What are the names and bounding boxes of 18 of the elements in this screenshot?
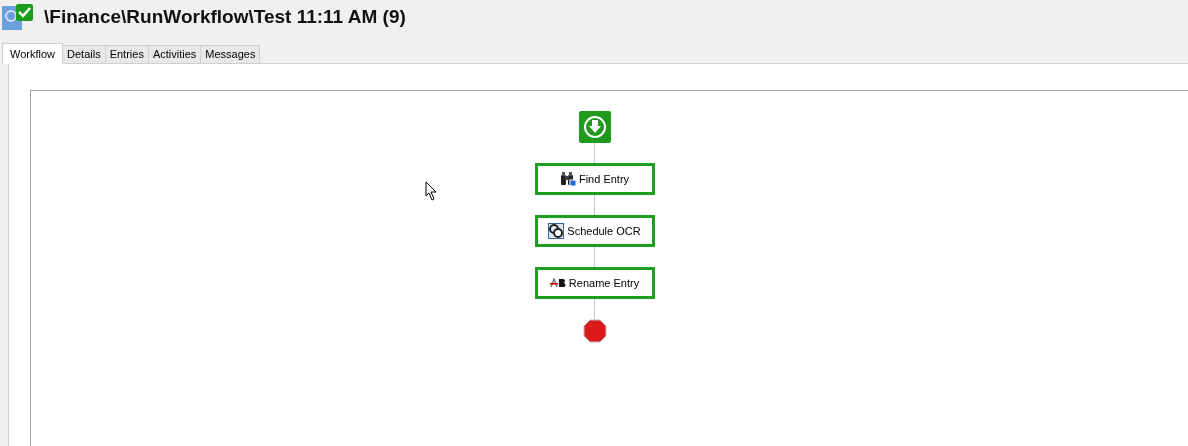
mouse-cursor-icon <box>425 181 438 201</box>
step-label: Schedule OCR <box>567 223 641 239</box>
tab[interactable]: Entries <box>105 45 149 63</box>
strikethrough-icon <box>549 278 566 288</box>
stop-icon <box>582 319 607 343</box>
workflow-step[interactable]: Schedule OCR <box>534 215 655 247</box>
window-title: \Finance\RunWorkflow\Test 11:11 AM (9) <box>44 4 406 29</box>
step-label: Find Entry <box>578 171 630 187</box>
workflow-step[interactable]: Rename Entry <box>534 267 655 299</box>
workflow-step[interactable]: Find Entry <box>534 163 655 195</box>
workflow-check-icon <box>2 2 34 32</box>
tab[interactable]: Activities <box>148 45 202 63</box>
gear-document-icon <box>548 223 565 239</box>
step-label: Rename Entry <box>568 275 640 291</box>
tab[interactable]: Details <box>63 45 106 63</box>
binoculars-icon <box>559 172 576 186</box>
tab[interactable]: Messages <box>201 45 261 63</box>
tab[interactable]: Workflow <box>2 43 64 64</box>
